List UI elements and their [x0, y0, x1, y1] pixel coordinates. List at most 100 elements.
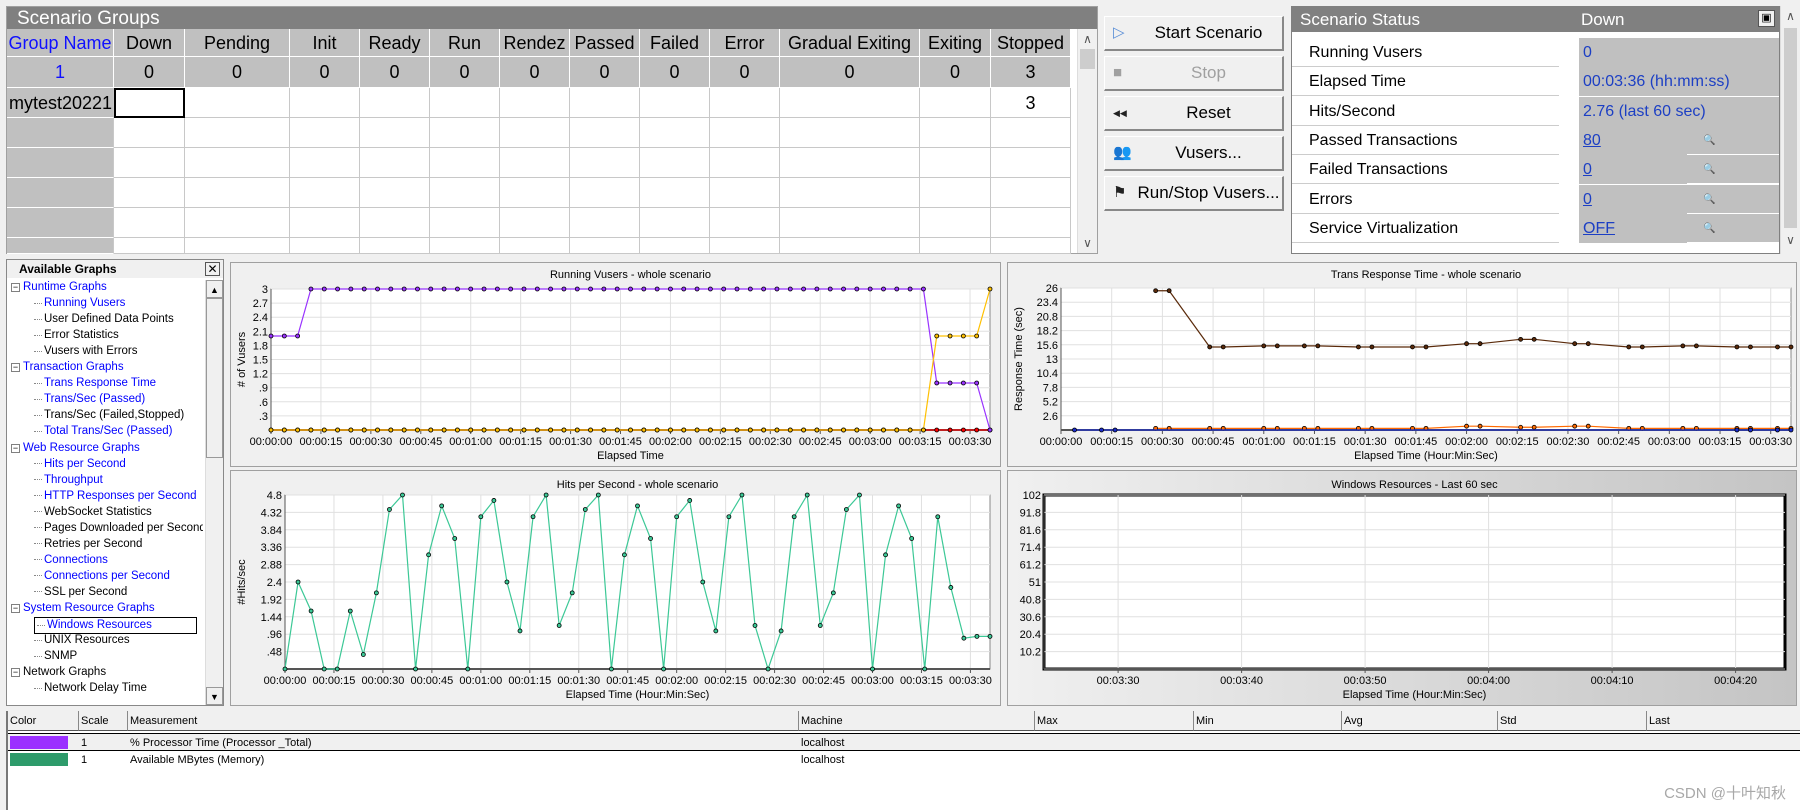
data-point[interactable] [960, 427, 966, 433]
data-point[interactable] [987, 427, 993, 433]
data-point[interactable] [601, 286, 607, 292]
collapse-icon[interactable]: − [11, 604, 20, 613]
column-header-error[interactable]: Error [710, 29, 780, 57]
group-cell[interactable] [500, 88, 570, 118]
data-point[interactable] [721, 286, 727, 292]
data-point[interactable] [569, 590, 575, 596]
data-point[interactable] [674, 514, 680, 520]
group-cell[interactable] [114, 208, 185, 238]
data-point[interactable] [804, 492, 810, 498]
data-point[interactable] [388, 427, 394, 433]
data-point[interactable] [548, 427, 554, 433]
group-cell[interactable] [570, 238, 640, 254]
data-point[interactable] [401, 286, 407, 292]
group-cell[interactable] [290, 118, 360, 148]
data-point[interactable] [452, 536, 458, 541]
windows-resources-graph[interactable]: Windows Resources - Last 60 sec 10.2 20.4 3… [1007, 470, 1797, 706]
data-point[interactable] [934, 333, 940, 339]
data-point[interactable] [787, 427, 793, 433]
data-point[interactable] [827, 427, 833, 433]
data-point[interactable] [721, 427, 727, 433]
data-point[interactable] [1369, 344, 1375, 350]
color-swatch[interactable] [10, 753, 68, 766]
group-cell[interactable] [185, 148, 290, 178]
measurement-row[interactable]: 1 % Processor Time (Processor _Total) loca… [8, 733, 1800, 751]
data-point[interactable] [614, 427, 620, 433]
group-cell[interactable] [710, 148, 780, 178]
data-point[interactable] [761, 427, 767, 433]
data-point[interactable] [481, 286, 487, 292]
group-cell[interactable] [780, 178, 920, 208]
reset-button[interactable]: ◀◀ Reset [1104, 96, 1284, 131]
group-name-cell[interactable] [7, 238, 114, 254]
data-point[interactable] [801, 286, 806, 292]
data-point[interactable] [854, 286, 860, 292]
data-point[interactable] [504, 579, 510, 585]
data-point[interactable] [734, 427, 740, 433]
group-cell[interactable] [360, 148, 430, 178]
data-point[interactable] [1734, 344, 1740, 350]
data-point[interactable] [582, 507, 588, 512]
column-header-run[interactable]: Run [430, 29, 500, 57]
collapse-icon[interactable]: − [11, 443, 20, 453]
group-cell[interactable] [430, 238, 500, 254]
data-point[interactable] [1775, 427, 1780, 433]
group-name-cell[interactable] [7, 178, 114, 208]
column-header-std[interactable]: Std [1498, 711, 1647, 731]
collapse-icon[interactable]: − [11, 668, 20, 678]
data-point[interactable] [843, 507, 849, 512]
data-point[interactable] [641, 427, 647, 433]
data-point[interactable] [907, 286, 913, 292]
scroll-up-icon[interactable]: ∧ [1078, 29, 1097, 49]
group-cell[interactable] [500, 118, 570, 148]
group-cell[interactable] [640, 178, 710, 208]
group-cell[interactable] [570, 178, 640, 208]
magnifier-icon[interactable]: 🔍 [1687, 155, 1779, 185]
group-cell[interactable] [360, 178, 430, 208]
column-header-min[interactable]: Min [1194, 711, 1342, 731]
data-point[interactable] [561, 286, 567, 292]
data-point[interactable] [1477, 423, 1483, 429]
group-cell[interactable] [640, 88, 710, 118]
data-point[interactable] [308, 608, 314, 614]
data-point[interactable] [1072, 427, 1077, 433]
data-point[interactable] [601, 427, 607, 433]
data-point[interactable] [817, 623, 823, 628]
data-point[interactable] [922, 666, 928, 672]
group-cell[interactable] [500, 238, 570, 254]
data-point[interactable] [588, 286, 593, 292]
data-point[interactable] [622, 552, 627, 558]
data-point[interactable] [361, 427, 367, 433]
group-cell[interactable] [920, 238, 991, 254]
group-name-cell[interactable] [7, 148, 114, 178]
data-point[interactable] [1464, 341, 1469, 347]
scroll-down-icon[interactable]: ∨ [1781, 230, 1800, 250]
tree-item-running-vusers[interactable]: Running Vusers [34, 296, 125, 311]
group-cell[interactable] [360, 208, 430, 238]
data-point[interactable] [947, 333, 953, 339]
tree-item-trans-sec-failed-stopped[interactable]: Trans/Sec (Failed,Stopped) [34, 408, 184, 423]
data-point[interactable] [413, 666, 418, 672]
data-point[interactable] [747, 427, 753, 433]
data-point[interactable] [1748, 344, 1753, 350]
group-cell[interactable] [991, 208, 1071, 238]
group-cell[interactable] [430, 88, 500, 118]
data-point[interactable] [700, 579, 706, 585]
data-point[interactable] [681, 286, 687, 292]
data-point[interactable] [491, 498, 497, 503]
data-point[interactable] [881, 286, 886, 292]
data-point[interactable] [974, 380, 980, 386]
group-cell[interactable] [430, 178, 500, 208]
data-point[interactable] [1572, 341, 1578, 347]
group-cell[interactable] [290, 148, 360, 178]
trans-response-time-graph[interactable]: Trans Response Time - whole scenario 2.6 5… [1007, 262, 1797, 467]
data-point[interactable] [400, 492, 405, 498]
data-point[interactable] [1680, 343, 1686, 349]
data-point[interactable] [694, 286, 700, 292]
data-point[interactable] [1585, 341, 1591, 347]
data-point[interactable] [974, 333, 980, 339]
data-point[interactable] [974, 427, 980, 433]
data-point[interactable] [801, 427, 806, 433]
group-cell[interactable] [710, 238, 780, 254]
data-point[interactable] [401, 427, 407, 433]
